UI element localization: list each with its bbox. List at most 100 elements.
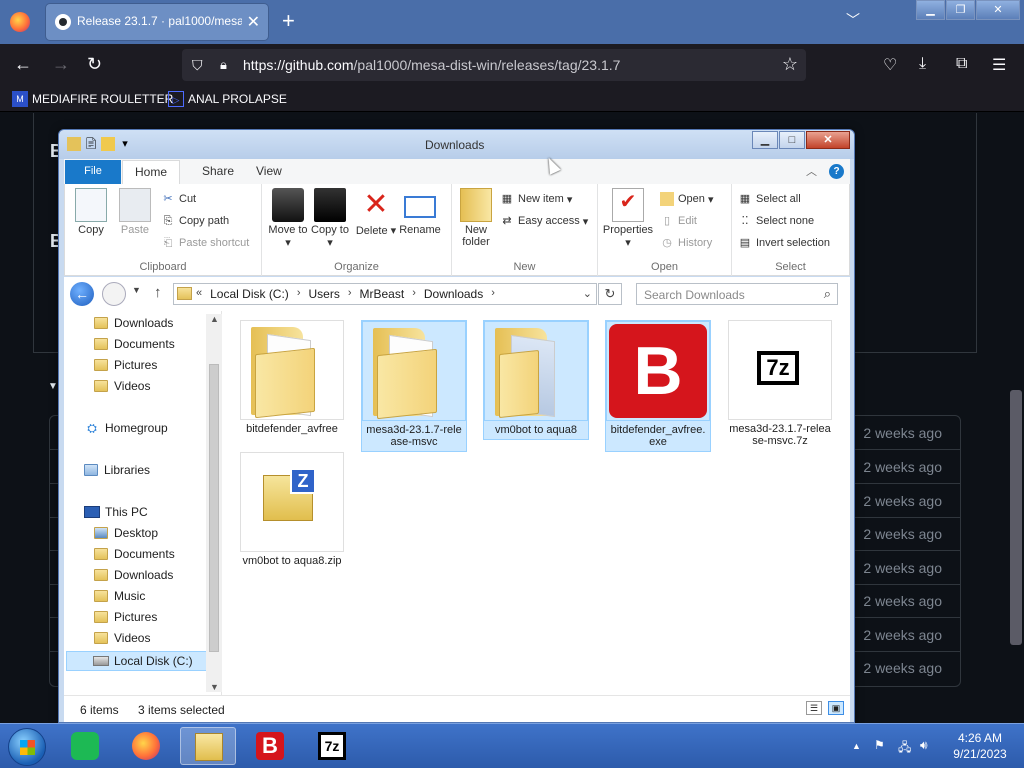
maximize-button[interactable]: ❐	[946, 0, 975, 20]
explorer-minimize-button[interactable]: ▁	[752, 131, 778, 149]
address-bar[interactable]: « Local Disk (C:) › Users › MrBeast › Downl…	[173, 283, 597, 305]
navigation-pane-scrollbar[interactable]: ▲ ▼	[206, 314, 222, 692]
extensions-icon[interactable]: ⧉	[956, 55, 967, 73]
select-none-button[interactable]: ⁚⁚ Select none	[738, 214, 815, 228]
lock-icon[interactable]: 🔒︎	[220, 57, 227, 73]
tab-close-icon[interactable]: ✕	[247, 12, 260, 32]
list-all-tabs-chevron-icon[interactable]: ﹀	[846, 10, 860, 30]
file-item-folder[interactable]: mesa3d-23.1.7-release-msvc	[361, 320, 467, 452]
back-button[interactable]: ←	[70, 282, 94, 306]
bookmark-mediafire-rouletter[interactable]: M MEDIAFIRE ROULETTER	[12, 91, 173, 107]
back-arrow-icon[interactable]: ←	[14, 54, 32, 75]
nav-item-desktop[interactable]: Desktop	[94, 526, 158, 540]
cut-button[interactable]: ✂ Cut	[161, 192, 196, 206]
copy-to-button[interactable]: Copy to ▾	[308, 188, 352, 249]
select-all-button[interactable]: ▦ Select all	[738, 192, 801, 206]
new-folder-button[interactable]: New folder	[454, 188, 498, 248]
taskbar-item-spotify[interactable]	[57, 727, 113, 765]
browser-tab-active[interactable]: Release 23.1.7 · pal1000/mesa-dist-win ✕	[46, 4, 268, 40]
recent-locations-dropdown-icon[interactable]: ▼	[132, 285, 141, 295]
start-button[interactable]	[8, 728, 46, 766]
scroll-down-icon[interactable]: ▼	[210, 682, 219, 692]
properties-qat-icon[interactable]: 📄︎	[84, 137, 98, 151]
tab-view[interactable]: View	[244, 160, 294, 184]
downloads-icon[interactable]: ⤓	[919, 55, 926, 73]
network-icon[interactable]: 🖧︎	[898, 738, 911, 759]
volume-icon[interactable]: 🔊︎	[920, 738, 928, 753]
nav-item-documents-pc[interactable]: Documents	[94, 547, 175, 561]
forward-button[interactable]	[102, 282, 126, 306]
nav-item-pictures-pc[interactable]: Pictures	[94, 610, 157, 624]
delete-button[interactable]: ✕ Delete ▾	[354, 188, 398, 237]
tab-home[interactable]: Home	[122, 160, 181, 184]
page-scrollbar-thumb[interactable]	[1010, 390, 1022, 645]
easy-access-button[interactable]: ⇄ Easy access ▾	[500, 214, 588, 228]
history-button[interactable]: ◷ History	[660, 236, 712, 250]
pocket-icon[interactable]: ♡	[883, 55, 897, 75]
firefox-view-icon[interactable]	[10, 12, 30, 32]
taskbar-item-firefox[interactable]	[118, 727, 174, 765]
move-to-button[interactable]: Move to ▾	[266, 188, 310, 249]
address-dropdown-icon[interactable]: ⌄	[583, 287, 592, 300]
explorer-close-button[interactable]: ✕	[806, 131, 850, 149]
new-folder-qat-icon[interactable]	[101, 137, 115, 151]
help-icon[interactable]: ?	[829, 163, 844, 179]
scrollbar-thumb[interactable]	[209, 364, 219, 652]
nav-item-downloads[interactable]: Downloads	[94, 316, 173, 330]
file-item-exe[interactable]: B bitdefender_avfree.exe	[605, 320, 711, 452]
edit-button[interactable]: ▯ Edit	[660, 214, 697, 228]
bookmark-second[interactable]: ▷ ANAL PROLAPSE	[168, 91, 287, 107]
nav-item-homegroup[interactable]: ⛭ Homegroup	[84, 421, 168, 435]
new-item-button[interactable]: ▦ New item ▾	[500, 192, 573, 206]
show-hidden-icons-icon[interactable]: ▲	[852, 741, 861, 751]
scroll-up-icon[interactable]: ▲	[210, 314, 219, 324]
qat-dropdown-icon[interactable]: ▾	[118, 137, 132, 151]
breadcrumb-local-disk[interactable]: Local Disk (C:)	[210, 287, 289, 301]
close-window-button[interactable]: ✕	[976, 0, 1020, 20]
tracking-protection-shield-icon[interactable]: ⛉	[192, 57, 203, 74]
new-tab-button[interactable]: +	[282, 9, 295, 33]
nav-item-downloads-pc[interactable]: Downloads	[94, 568, 173, 582]
file-item-7z[interactable]: 7z mesa3d-23.1.7-release-msvc.7z	[727, 320, 833, 450]
taskbar-item-7zip[interactable]: 7z	[304, 727, 360, 765]
minimize-button[interactable]: ▁	[916, 0, 945, 20]
nav-item-this-pc[interactable]: This PC	[84, 505, 148, 519]
paste-button[interactable]: Paste	[113, 188, 157, 236]
breadcrumb-user[interactable]: MrBeast	[360, 287, 405, 301]
details-view-icon[interactable]: ☰	[806, 701, 822, 715]
paste-shortcut-button[interactable]: ⎗ Paste shortcut	[161, 236, 250, 250]
taskbar-item-file-explorer[interactable]	[180, 727, 236, 765]
explorer-maximize-button[interactable]: □	[779, 131, 805, 149]
file-item-folder[interactable]: vm0bot to aqua8	[483, 320, 589, 440]
copy-path-button[interactable]: ⎘ Copy path	[161, 214, 230, 228]
up-arrow-icon[interactable]: ↑	[154, 284, 162, 301]
nav-item-videos[interactable]: Videos	[94, 379, 150, 393]
breadcrumb-users[interactable]: Users	[308, 287, 339, 301]
file-item-zip[interactable]: Z vm0bot to aqua8.zip	[239, 452, 345, 570]
forward-arrow-icon[interactable]: →	[52, 54, 70, 75]
explorer-title-bar[interactable]: 📄︎ ▾ Downloads ▁ □ ✕	[59, 130, 854, 159]
nav-item-libraries[interactable]: Libraries	[84, 463, 150, 477]
nav-item-local-disk[interactable]: Local Disk (C:)	[66, 651, 210, 671]
system-clock[interactable]: 4:26 AM 9/21/2023	[944, 730, 1016, 762]
nav-item-pictures[interactable]: Pictures	[94, 358, 157, 372]
assets-toggle-icon[interactable]: ▼	[48, 381, 58, 392]
tab-file[interactable]: File	[65, 160, 121, 184]
open-button[interactable]: Open ▾	[660, 192, 714, 206]
action-center-flag-icon[interactable]: ⚑	[874, 738, 885, 752]
properties-button[interactable]: ✔ Properties ▾	[602, 188, 654, 249]
minimize-ribbon-chevron-icon[interactable]: ︿	[806, 163, 817, 179]
refresh-icon[interactable]: ↻	[598, 283, 622, 305]
search-icon[interactable]: ⌕	[824, 286, 831, 302]
breadcrumb-downloads[interactable]: Downloads	[424, 287, 483, 301]
search-input[interactable]: Search Downloads ⌕	[636, 283, 838, 305]
copy-button[interactable]: Copy	[69, 188, 113, 236]
file-item-folder[interactable]: bitdefender_avfree	[239, 320, 345, 438]
rename-button[interactable]: Rename	[398, 188, 442, 236]
large-icons-view-icon[interactable]: ▣	[828, 701, 844, 715]
nav-item-music[interactable]: Music	[94, 589, 145, 603]
taskbar-item-bitdefender[interactable]: B	[242, 727, 298, 765]
bookmark-star-icon[interactable]: ☆	[782, 54, 798, 75]
invert-selection-button[interactable]: ▤ Invert selection	[738, 236, 830, 250]
reload-icon[interactable]: ↻	[87, 54, 102, 75]
